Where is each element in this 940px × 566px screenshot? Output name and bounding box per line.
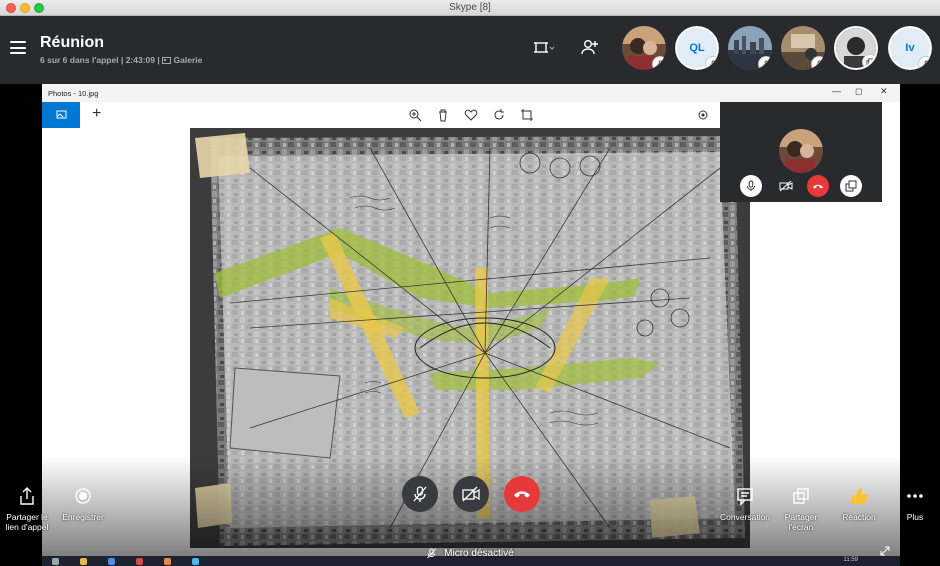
share-screen-icon — [793, 488, 809, 504]
reaction-label: Réaction — [842, 512, 876, 522]
photos-title: Photos - 10.jpg — [48, 89, 99, 98]
rotate-button[interactable] — [492, 108, 506, 122]
thumbs-up-icon — [852, 488, 868, 504]
add-participant-button[interactable] — [580, 38, 602, 58]
window-title: Skype [8] — [449, 2, 491, 13]
hang-up-icon — [813, 184, 823, 189]
mic-off-icon — [709, 59, 717, 68]
subtitle-separator: | — [120, 55, 124, 65]
muted-badge — [705, 56, 719, 70]
participant-avatar-active[interactable] — [834, 26, 878, 70]
muted-badge — [652, 56, 666, 70]
layout-switch-button[interactable] — [533, 38, 555, 58]
pop-out-icon — [845, 180, 857, 192]
more-label: Plus — [906, 512, 924, 522]
self-mic-button[interactable] — [740, 175, 762, 197]
screen-share-badge — [862, 54, 876, 68]
gallery-icon — [162, 57, 172, 64]
chat-icon — [737, 488, 753, 506]
menu-icon[interactable] — [10, 41, 26, 54]
photos-minimize-button[interactable]: — — [832, 86, 841, 96]
photos-maximize-button[interactable]: ◻ — [855, 86, 862, 97]
hang-up-icon — [514, 491, 530, 498]
share-link-label: Partager le lien d'appel — [5, 512, 49, 532]
photos-close-button[interactable]: ✕ — [880, 86, 888, 97]
conversation-label: Conversation — [719, 512, 771, 522]
participants-count: 6 sur 6 dans l'appel — [40, 55, 119, 65]
participant-avatar[interactable] — [622, 26, 666, 70]
participant-strip: QL Iv — [620, 26, 940, 72]
self-pop-out-button[interactable] — [840, 175, 862, 197]
hang-up-button[interactable] — [504, 476, 540, 512]
mic-off-icon — [656, 59, 664, 68]
crop-icon — [521, 109, 533, 121]
skype-window: Skype [8] Réunion 6 sur 6 dans l'appel |… — [0, 0, 940, 566]
record-button[interactable]: Enregistrer — [58, 486, 108, 522]
self-hangup-button[interactable] — [807, 175, 829, 197]
participant-avatar[interactable] — [781, 26, 825, 70]
self-view-tile — [720, 102, 882, 202]
gallery-view-button[interactable]: Galerie — [162, 55, 202, 65]
mic-off-icon — [762, 59, 770, 68]
meeting-subtitle: 6 sur 6 dans l'appel | 2:43:09 | Galerie — [40, 55, 202, 65]
muted-badge — [918, 56, 932, 70]
rotate-icon — [494, 109, 504, 120]
shared-screen-stage: Photos - 10.jpg — ◻ ✕ + Partager le lien… — [0, 84, 940, 566]
delete-button[interactable] — [436, 108, 450, 122]
mic-status-banner: Micro désactivé — [0, 548, 940, 559]
photos-collection-button[interactable] — [42, 102, 80, 128]
participant-avatar[interactable] — [728, 26, 772, 70]
mic-status-text: Micro désactivé — [444, 548, 514, 559]
layout-icon — [534, 42, 555, 53]
zoom-button[interactable] — [408, 108, 422, 122]
share-screen-label: Partager l'écran — [784, 512, 818, 532]
call-header: Réunion 6 sur 6 dans l'appel | 2:43:09 |… — [0, 16, 940, 84]
reaction-button[interactable]: Réaction — [836, 486, 882, 522]
mic-off-icon — [413, 486, 427, 502]
subtitle-separator: | — [157, 55, 160, 65]
camera-off-icon — [462, 486, 480, 502]
mic-toggle-button[interactable] — [402, 476, 438, 512]
crop-button[interactable] — [520, 108, 534, 122]
self-camera-button[interactable] — [775, 175, 797, 197]
mic-off-icon — [427, 548, 437, 559]
conversation-button[interactable]: Conversation — [716, 486, 774, 522]
add-person-icon — [581, 40, 598, 55]
favorite-button[interactable] — [464, 108, 478, 122]
self-avatar — [779, 129, 823, 173]
record-icon — [75, 488, 91, 504]
microphone-icon — [747, 180, 755, 191]
participant-avatar[interactable]: QL — [675, 26, 719, 70]
share-link-button[interactable]: Partager le lien d'appel — [4, 486, 50, 532]
meeting-title: Réunion — [40, 34, 104, 51]
title-bar: Skype [8] — [0, 0, 940, 16]
expand-icon[interactable] — [880, 546, 890, 556]
screen-share-icon — [865, 57, 875, 67]
camera-off-icon — [779, 180, 793, 192]
fit-button[interactable] — [696, 108, 710, 122]
heart-icon — [464, 109, 478, 121]
self-photo — [779, 129, 823, 173]
participant-avatar[interactable]: Iv — [888, 26, 932, 70]
more-button[interactable]: Plus — [895, 486, 935, 522]
fit-screen-icon — [698, 110, 708, 120]
mic-off-icon — [815, 59, 823, 68]
mic-off-icon — [922, 59, 930, 68]
zoom-icon — [409, 109, 422, 122]
image-icon — [56, 110, 67, 119]
muted-badge — [758, 56, 772, 70]
muted-badge — [811, 56, 825, 70]
add-icon[interactable]: + — [92, 105, 101, 123]
camera-toggle-button[interactable] — [453, 476, 489, 512]
photos-title-bar: Photos - 10.jpg — ◻ ✕ — [42, 84, 900, 102]
trash-icon — [439, 109, 447, 122]
share-screen-button[interactable]: Partager l'écran — [776, 486, 826, 532]
view-label: Galerie — [173, 55, 203, 65]
more-icon — [907, 494, 923, 498]
share-icon — [20, 487, 34, 505]
call-duration: 2:43:09 — [125, 55, 156, 65]
record-label: Enregistrer — [62, 512, 104, 522]
